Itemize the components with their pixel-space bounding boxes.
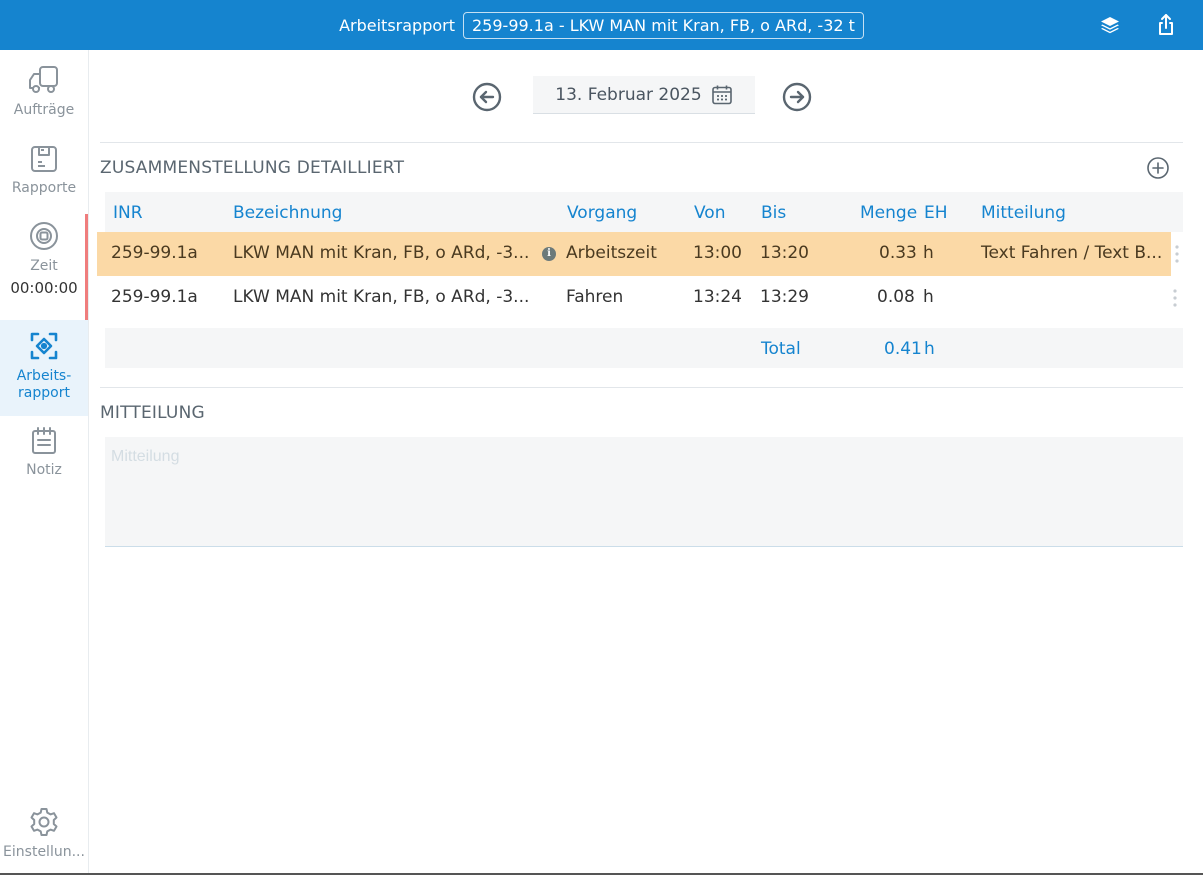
sidebar: Aufträge Rapporte Zeit 00:00:00 Arbeits-… <box>0 50 89 873</box>
sidebar-item-zeit[interactable]: Zeit 00:00:00 <box>0 220 88 320</box>
cell-bezeichnung: LKW MAN mit Kran, FB, o ARd, -3... <box>233 287 530 307</box>
sidebar-item-einstellungen[interactable]: Einstellun... <box>0 806 88 872</box>
sidebar-item-rapporte[interactable]: Rapporte <box>0 144 88 210</box>
sidebar-item-label: Arbeits- <box>16 368 72 384</box>
sidebar-item-label: Zeit <box>30 258 58 274</box>
timer-indicator <box>85 214 88 320</box>
divider <box>100 142 1183 143</box>
column-header-mitteilung[interactable]: Mitteilung <box>981 203 1066 223</box>
date-navigation: 13. Februar 2025 <box>89 74 1203 114</box>
cell-bis: 13:29 <box>760 287 809 307</box>
total-row: Total 0.41 h <box>105 328 1183 368</box>
report-icon <box>0 144 88 174</box>
order-selector[interactable]: 259-99.1a - LKW MAN mit Kran, FB, o ARd,… <box>463 11 864 39</box>
sidebar-item-label: Rapporte <box>11 180 77 196</box>
share-icon[interactable] <box>1153 12 1179 38</box>
message-input[interactable] <box>105 437 1183 546</box>
stop-icon <box>0 220 88 252</box>
notepad-icon <box>0 426 88 456</box>
sidebar-item-label: Notiz <box>26 462 62 478</box>
total-unit: h <box>924 339 935 359</box>
message-field-container <box>105 437 1183 547</box>
column-header-bis[interactable]: Bis <box>761 203 786 223</box>
total-label: Total <box>761 339 801 359</box>
column-header-menge[interactable]: Menge <box>860 203 917 223</box>
page-title: Arbeitsrapport <box>339 15 455 35</box>
layers-icon[interactable] <box>1097 12 1123 38</box>
cell-inr: 259-99.1a <box>111 287 198 307</box>
cell-eh: h <box>923 287 934 307</box>
cell-von: 13:24 <box>693 287 742 307</box>
cell-inr: 259-99.1a <box>111 243 198 263</box>
truck-icon <box>0 64 88 96</box>
column-header-bezeichnung[interactable]: Bezeichnung <box>233 203 342 223</box>
previous-day-button[interactable] <box>472 82 502 112</box>
sidebar-item-arbeitsrapport[interactable]: Arbeits- rapport <box>0 320 88 416</box>
column-header-vorgang[interactable]: Vorgang <box>567 203 637 223</box>
table-row[interactable]: 259-99.1a LKW MAN mit Kran, FB, o ARd, -… <box>97 232 1179 276</box>
cell-vorgang: Fahren <box>566 287 624 307</box>
message-title: MITTEILUNG <box>100 403 205 423</box>
column-header-eh[interactable]: EH <box>924 203 948 223</box>
gear-icon <box>0 806 88 838</box>
divider <box>100 387 1183 388</box>
main-content: 13. Februar 2025 ZUSAMMENSTELLUNG DETAIL… <box>89 50 1203 873</box>
total-value: 0.41 <box>884 339 922 359</box>
sidebar-item-label: Einstellun... <box>3 844 85 860</box>
cell-bis: 13:20 <box>760 243 809 263</box>
summary-table: INR Bezeichnung Vorgang Von Bis Menge EH… <box>97 192 1183 368</box>
title-area: Arbeitsrapport 259-99.1a - LKW MAN mit K… <box>0 0 1203 50</box>
date-picker[interactable]: 13. Februar 2025 <box>533 76 755 114</box>
table-row[interactable]: 259-99.1a LKW MAN mit Kran, FB, o ARd, -… <box>105 276 1183 320</box>
cell-menge: 0.33 <box>879 243 917 263</box>
row-menu-icon[interactable] <box>1175 245 1179 263</box>
sidebar-item-label: Aufträge <box>13 102 75 118</box>
column-header-von[interactable]: Von <box>694 203 726 223</box>
cell-menge: 0.08 <box>877 287 915 307</box>
sidebar-item-label: rapport <box>18 385 70 401</box>
table-header: INR Bezeichnung Vorgang Von Bis Menge EH… <box>105 192 1183 232</box>
focus-icon <box>0 330 88 362</box>
cell-eh: h <box>923 243 934 263</box>
info-icon[interactable]: i <box>542 247 556 261</box>
next-day-button[interactable] <box>782 82 812 112</box>
sidebar-item-notiz[interactable]: Notiz <box>0 426 88 492</box>
timer-display: 00:00:00 <box>10 279 78 297</box>
row-menu-icon[interactable] <box>1173 289 1177 307</box>
column-header-inr[interactable]: INR <box>113 203 143 223</box>
cell-von: 13:00 <box>693 243 742 263</box>
top-bar: Arbeitsrapport 259-99.1a - LKW MAN mit K… <box>0 0 1203 50</box>
sidebar-item-auftraege[interactable]: Aufträge <box>0 64 88 130</box>
cell-mitteilung: Text Fahren / Text B... <box>981 243 1163 263</box>
summary-title: ZUSAMMENSTELLUNG DETAILLIERT <box>100 158 405 178</box>
cell-bezeichnung: LKW MAN mit Kran, FB, o ARd, -3... <box>233 243 530 263</box>
cell-vorgang: Arbeitszeit <box>566 243 657 263</box>
add-icon[interactable] <box>1146 156 1170 180</box>
date-value: 13. Februar 2025 <box>555 84 702 105</box>
calendar-icon <box>711 84 733 106</box>
